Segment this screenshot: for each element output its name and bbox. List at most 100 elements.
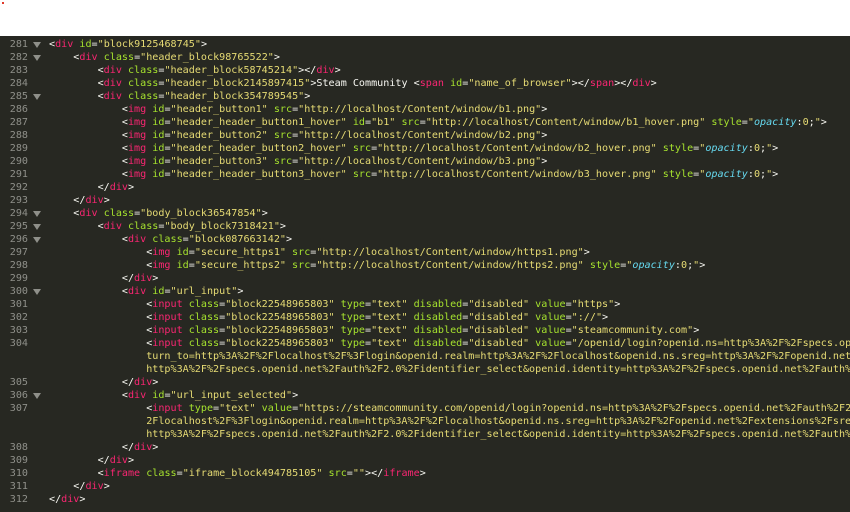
code-line[interactable]: 304 <input class="block22548965803" type=… bbox=[0, 337, 850, 350]
code-text: <img id="secure_https1" src="http://loca… bbox=[146, 246, 590, 259]
code-line[interactable]: 282 <div class="header_block98765522"> bbox=[0, 51, 850, 64]
code-text: <div class="header_block58745214"></div> bbox=[98, 64, 341, 77]
fold-arrow-icon[interactable] bbox=[32, 220, 42, 233]
code-line[interactable]: turn_to=http%3A%2F%2Flocalhost%2F%3Flogi… bbox=[0, 350, 850, 363]
code-text: 2Flocalhost%2F%3Flogin&openid.realm=http… bbox=[146, 415, 850, 428]
code-token: > bbox=[285, 234, 293, 245]
code-line[interactable]: 300 <div id="url_input"> bbox=[0, 285, 850, 298]
code-line[interactable]: 284 <div class="header_block2145897415">S… bbox=[0, 77, 850, 90]
code-line[interactable]: 305 </div> bbox=[0, 376, 850, 389]
code-token: div bbox=[109, 182, 128, 193]
code-token: > bbox=[103, 481, 110, 492]
code-line[interactable]: 308 </div> bbox=[0, 441, 850, 454]
code-token: "http://localhost/Content/window/b2.png" bbox=[298, 130, 542, 141]
code-token: id bbox=[152, 156, 165, 167]
code-line[interactable]: 299 </div> bbox=[0, 272, 850, 285]
fold-arrow-icon[interactable] bbox=[32, 38, 42, 51]
code-token: class bbox=[127, 65, 159, 76]
code-token: "iframe_block494785105" bbox=[182, 468, 323, 479]
line-number: 290 bbox=[9, 156, 28, 167]
code-line[interactable]: 302 <input class="block22548965803" type=… bbox=[0, 311, 850, 324]
code-token: "text" bbox=[371, 299, 408, 310]
fold-arrow-icon[interactable] bbox=[32, 389, 42, 402]
code-line[interactable]: 307 <input type="text" value="https://ste… bbox=[0, 402, 850, 415]
code-text: </div> bbox=[49, 493, 85, 506]
code-editor[interactable]: 281 <div id="block9125468745"> 282 <div cla… bbox=[0, 36, 850, 512]
fold-arrow-icon[interactable] bbox=[32, 285, 42, 298]
code-token: > bbox=[152, 273, 159, 284]
code-line[interactable]: 293 </div> bbox=[0, 194, 850, 207]
code-token: id bbox=[152, 104, 165, 115]
code-line[interactable]: 297 <img id="secure_https1" src="http://l… bbox=[0, 246, 850, 259]
code-line[interactable]: 294 <div class="body_block36547854"> bbox=[0, 207, 850, 220]
code-line[interactable]: 285 <div class="header_block354789545"> bbox=[0, 90, 850, 103]
code-token: > bbox=[152, 377, 159, 388]
code-token: "" bbox=[352, 468, 366, 479]
code-line[interactable]: 310 <iframe class="iframe_block494785105"… bbox=[0, 467, 850, 480]
code-line[interactable]: 288 <img id="header_button2" src="http://… bbox=[0, 129, 850, 142]
code-token: ></ bbox=[571, 78, 590, 89]
line-number: 307 bbox=[9, 403, 28, 414]
code-line[interactable]: 290 <img id="header_button3" src="http://… bbox=[0, 155, 850, 168]
code-token: "header_block354789545" bbox=[164, 91, 305, 102]
code-token: "http://localhost/Content/window/b1_hove… bbox=[425, 117, 706, 128]
fold-arrow-icon[interactable] bbox=[32, 90, 42, 103]
code-token: > bbox=[127, 455, 135, 466]
code-token: "header_button2" bbox=[170, 130, 268, 141]
code-line[interactable]: 281 <div id="block9125468745"> bbox=[0, 38, 850, 51]
code-token: iframe bbox=[103, 468, 141, 479]
line-number: 282 bbox=[9, 52, 28, 63]
code-token: > bbox=[152, 442, 159, 453]
line-number: 303 bbox=[9, 325, 28, 336]
code-text: </div> bbox=[73, 194, 109, 207]
code-token: div bbox=[103, 91, 122, 102]
code-text: </div> bbox=[122, 376, 158, 389]
code-token: class bbox=[188, 325, 220, 336]
code-token: > bbox=[772, 169, 779, 180]
code-line[interactable]: 295 <div class="body_block7318421"> bbox=[0, 220, 850, 233]
code-token: src bbox=[328, 468, 347, 479]
fold-arrow-icon[interactable] bbox=[32, 233, 42, 246]
code-token: input bbox=[152, 299, 183, 310]
code-token: img bbox=[127, 156, 147, 167]
code-text: <input type="text" value="https://steamc… bbox=[146, 402, 850, 415]
code-token: img bbox=[127, 130, 147, 141]
line-number: 283 bbox=[9, 65, 28, 76]
line-number: 294 bbox=[9, 208, 28, 219]
code-line[interactable]: 301 <input class="block22548965803" type=… bbox=[0, 298, 850, 311]
code-token: "http://localhost/Content/window/https2.… bbox=[316, 260, 584, 271]
code-line[interactable]: http%3A%2F%2Fspecs.openid.net%2Fauth%2F2… bbox=[0, 428, 850, 441]
code-line[interactable]: 309 </div> bbox=[0, 454, 850, 467]
code-line[interactable]: 289 <img id="header_header_button2_hover"… bbox=[0, 142, 850, 155]
code-token: > bbox=[79, 494, 86, 505]
line-number: 309 bbox=[9, 455, 28, 466]
code-token: div bbox=[127, 234, 147, 245]
code-line[interactable]: http%3A%2F%2Fspecs.openid.net%2Fauth%2F2… bbox=[0, 363, 850, 376]
code-token: style bbox=[711, 117, 742, 128]
code-line[interactable]: 303 <input class="block22548965803" type=… bbox=[0, 324, 850, 337]
fold-arrow-icon[interactable] bbox=[32, 51, 42, 64]
code-line[interactable]: 292 </div> bbox=[0, 181, 850, 194]
code-text: <input class="block22548965803" type="te… bbox=[146, 311, 608, 324]
code-line[interactable]: 283 <div class="header_block58745214"></d… bbox=[0, 64, 850, 77]
code-token: div bbox=[103, 65, 122, 76]
code-token: > bbox=[419, 468, 426, 479]
fold-arrow-icon[interactable] bbox=[32, 207, 42, 220]
line-number: 293 bbox=[9, 195, 28, 206]
code-token: div bbox=[632, 78, 651, 89]
code-line[interactable]: 296 <div class="block087663142"> bbox=[0, 233, 850, 246]
code-line[interactable]: 311 </div> bbox=[0, 480, 850, 493]
code-line[interactable]: 2Flocalhost%2F%3Flogin&openid.realm=http… bbox=[0, 415, 850, 428]
code-line[interactable]: 312 </div> bbox=[0, 493, 850, 506]
code-line[interactable]: 291 <img id="header_header_button3_hover"… bbox=[0, 168, 850, 181]
line-number: 292 bbox=[9, 182, 28, 193]
code-token: value bbox=[535, 312, 566, 323]
code-line[interactable]: 286 <img id="header_button1" src="http://… bbox=[0, 103, 850, 116]
code-text: <img id="header_header_button1_hover" id… bbox=[122, 116, 827, 129]
code-line[interactable]: 298 <img id="secure_https2" src="http://l… bbox=[0, 259, 850, 272]
code-line[interactable]: 287 <img id="header_header_button1_hover"… bbox=[0, 116, 850, 129]
code-line[interactable]: 306 <div id="url_input_selected"> bbox=[0, 389, 850, 402]
code-token: > bbox=[650, 78, 657, 89]
code-token: "secure_https1" bbox=[194, 247, 286, 258]
code-token: style bbox=[662, 169, 694, 180]
